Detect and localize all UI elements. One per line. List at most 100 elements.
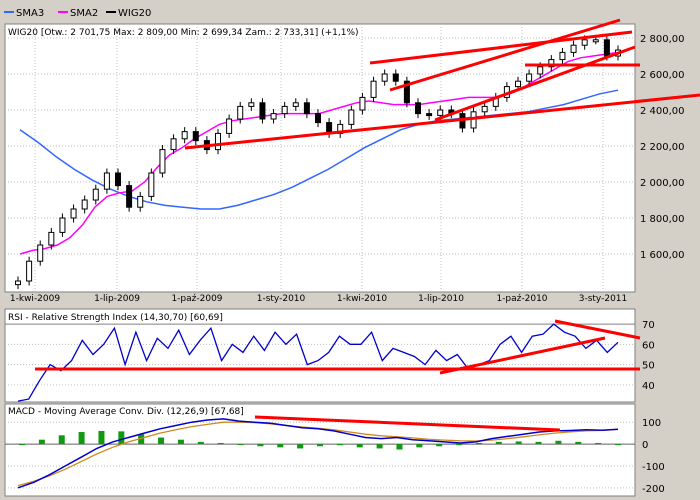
candle-body: [126, 185, 133, 208]
macd-histogram-bar: [595, 442, 602, 445]
candle-body: [148, 172, 155, 197]
candle-body: [415, 102, 421, 115]
candle-body: [226, 118, 233, 134]
macd-histogram-bar: [615, 444, 621, 446]
macd-histogram-bar: [495, 441, 502, 445]
price-x-tick-label: 1-kwi-2010: [337, 294, 387, 304]
macd-y-tick-label: -100: [642, 462, 665, 473]
macd-histogram-bar: [177, 439, 184, 445]
candle-body: [370, 80, 377, 98]
macd-y-tick-label: -200: [642, 484, 665, 495]
candle-body: [181, 131, 188, 140]
price-y-tick-label: 2 400,00: [640, 106, 685, 117]
candle-body: [303, 102, 310, 115]
candle-body: [70, 208, 77, 219]
candle-body: [515, 80, 521, 88]
rsi-y-tick-label: 70: [642, 320, 655, 331]
candle-body: [481, 105, 488, 113]
macd-histogram-bar: [38, 439, 45, 445]
macd-histogram-bar: [197, 441, 204, 445]
macd-histogram-bar: [317, 444, 323, 447]
price-y-tick-label: 2 600,00: [640, 70, 685, 81]
macd-histogram-bar: [158, 437, 165, 445]
candle-body: [437, 109, 444, 116]
rsi-panel: RSI - Relative Strength Index (14,30,70)…: [4, 308, 655, 410]
candle-body: [259, 102, 266, 120]
candle-body: [192, 131, 199, 142]
macd-histogram-bar: [376, 444, 383, 449]
candle-body: [237, 105, 244, 120]
candle-body: [215, 132, 221, 151]
price-x-tick-label: 1-sty-2010: [257, 294, 306, 304]
candle-body: [292, 102, 299, 107]
candle-body: [26, 260, 33, 282]
macd-histogram-bar: [277, 444, 284, 448]
price-x-tick-label: 1-kwi-2009: [10, 294, 60, 304]
macd-y-tick-label: 0: [642, 440, 648, 451]
macd-histogram-bar: [217, 442, 224, 445]
candle-body: [137, 195, 144, 208]
candle-body: [281, 105, 288, 115]
price-x-tick-label: 1-lip-2010: [418, 294, 464, 304]
candle-body: [59, 217, 66, 233]
macd-panel: MACD - Moving Average Conv. Div. (12,26,…: [4, 403, 665, 497]
macd-histogram-bar: [555, 440, 562, 445]
macd-histogram-bar: [416, 444, 423, 448]
macd-histogram-bar: [336, 444, 343, 446]
macd-histogram-bar: [575, 441, 582, 445]
candle-body: [570, 44, 577, 53]
rsi-y-tick-label: 60: [642, 340, 655, 351]
candle-body: [81, 199, 88, 210]
macd-histogram-bar: [396, 444, 403, 450]
candle-body: [37, 244, 44, 262]
macd-histogram-bar: [257, 444, 264, 447]
candle-body: [15, 280, 21, 286]
macd-histogram-bar: [297, 444, 304, 449]
price-x-tick-label: 1-lip-2009: [94, 294, 140, 304]
candle-body: [426, 113, 433, 117]
price-x-tick-label: 3-sty-2011: [579, 294, 628, 304]
rsi-y-tick-label: 40: [642, 381, 655, 392]
price-y-tick-label: 2 000,00: [640, 178, 685, 189]
chart-window: SMA3 SMA2 WIG20 WIG20 [Otw.: 2 701,75 Ma…: [0, 0, 700, 500]
legend-label-sma2: SMA2: [70, 8, 98, 19]
candle-body: [315, 113, 321, 124]
candle-body: [603, 39, 610, 57]
macd-title: MACD - Moving Average Conv. Div. (12,26,…: [8, 407, 244, 417]
macd-histogram-bar: [456, 444, 463, 446]
macd-histogram-bar: [98, 430, 105, 445]
candle-body: [381, 73, 388, 82]
macd-histogram-bar: [237, 444, 244, 446]
price-panel: WIG20 [Otw.: 2 701,75 Max: 2 809,00 Min:…: [4, 18, 700, 304]
candle-body: [159, 149, 166, 174]
price-x-tick-label: 1-paź-2010: [496, 294, 547, 304]
macd-histogram-bar: [78, 432, 85, 445]
candle-body: [92, 188, 99, 201]
legend: SMA3 SMA2 WIG20: [4, 8, 151, 19]
macd-panel-frame: [4, 403, 636, 497]
macd-histogram-bar: [535, 441, 542, 445]
candle-body: [270, 113, 277, 120]
price-x-tick-label: 1-paź-2009: [171, 294, 222, 304]
candle-body: [248, 102, 255, 107]
candle-body: [170, 138, 177, 151]
price-y-tick-label: 1 800,00: [640, 214, 685, 225]
price-info-text: WIG20 [Otw.: 2 701,75 Max: 2 809,00 Min:…: [8, 28, 359, 38]
candle-body: [559, 51, 566, 61]
legend-label-sma3: SMA3: [16, 8, 44, 19]
candle-body: [348, 109, 355, 125]
candle-body: [103, 172, 110, 190]
candle-body: [592, 39, 599, 43]
candle-body: [115, 172, 121, 187]
price-y-tick-label: 2 200,00: [640, 142, 685, 153]
macd-histogram-bar: [19, 444, 25, 446]
candle-body: [392, 73, 399, 82]
macd-histogram-bar: [436, 444, 443, 447]
macd-y-tick-label: 100: [642, 418, 661, 429]
price-y-tick-label: 1 600,00: [640, 250, 685, 261]
rsi-y-tick-label: 50: [642, 361, 655, 372]
candle-body: [537, 66, 544, 75]
macd-histogram-bar: [118, 431, 125, 445]
candle-body: [48, 231, 55, 246]
rsi-title: RSI - Relative Strength Index (14,30,70)…: [8, 313, 223, 323]
